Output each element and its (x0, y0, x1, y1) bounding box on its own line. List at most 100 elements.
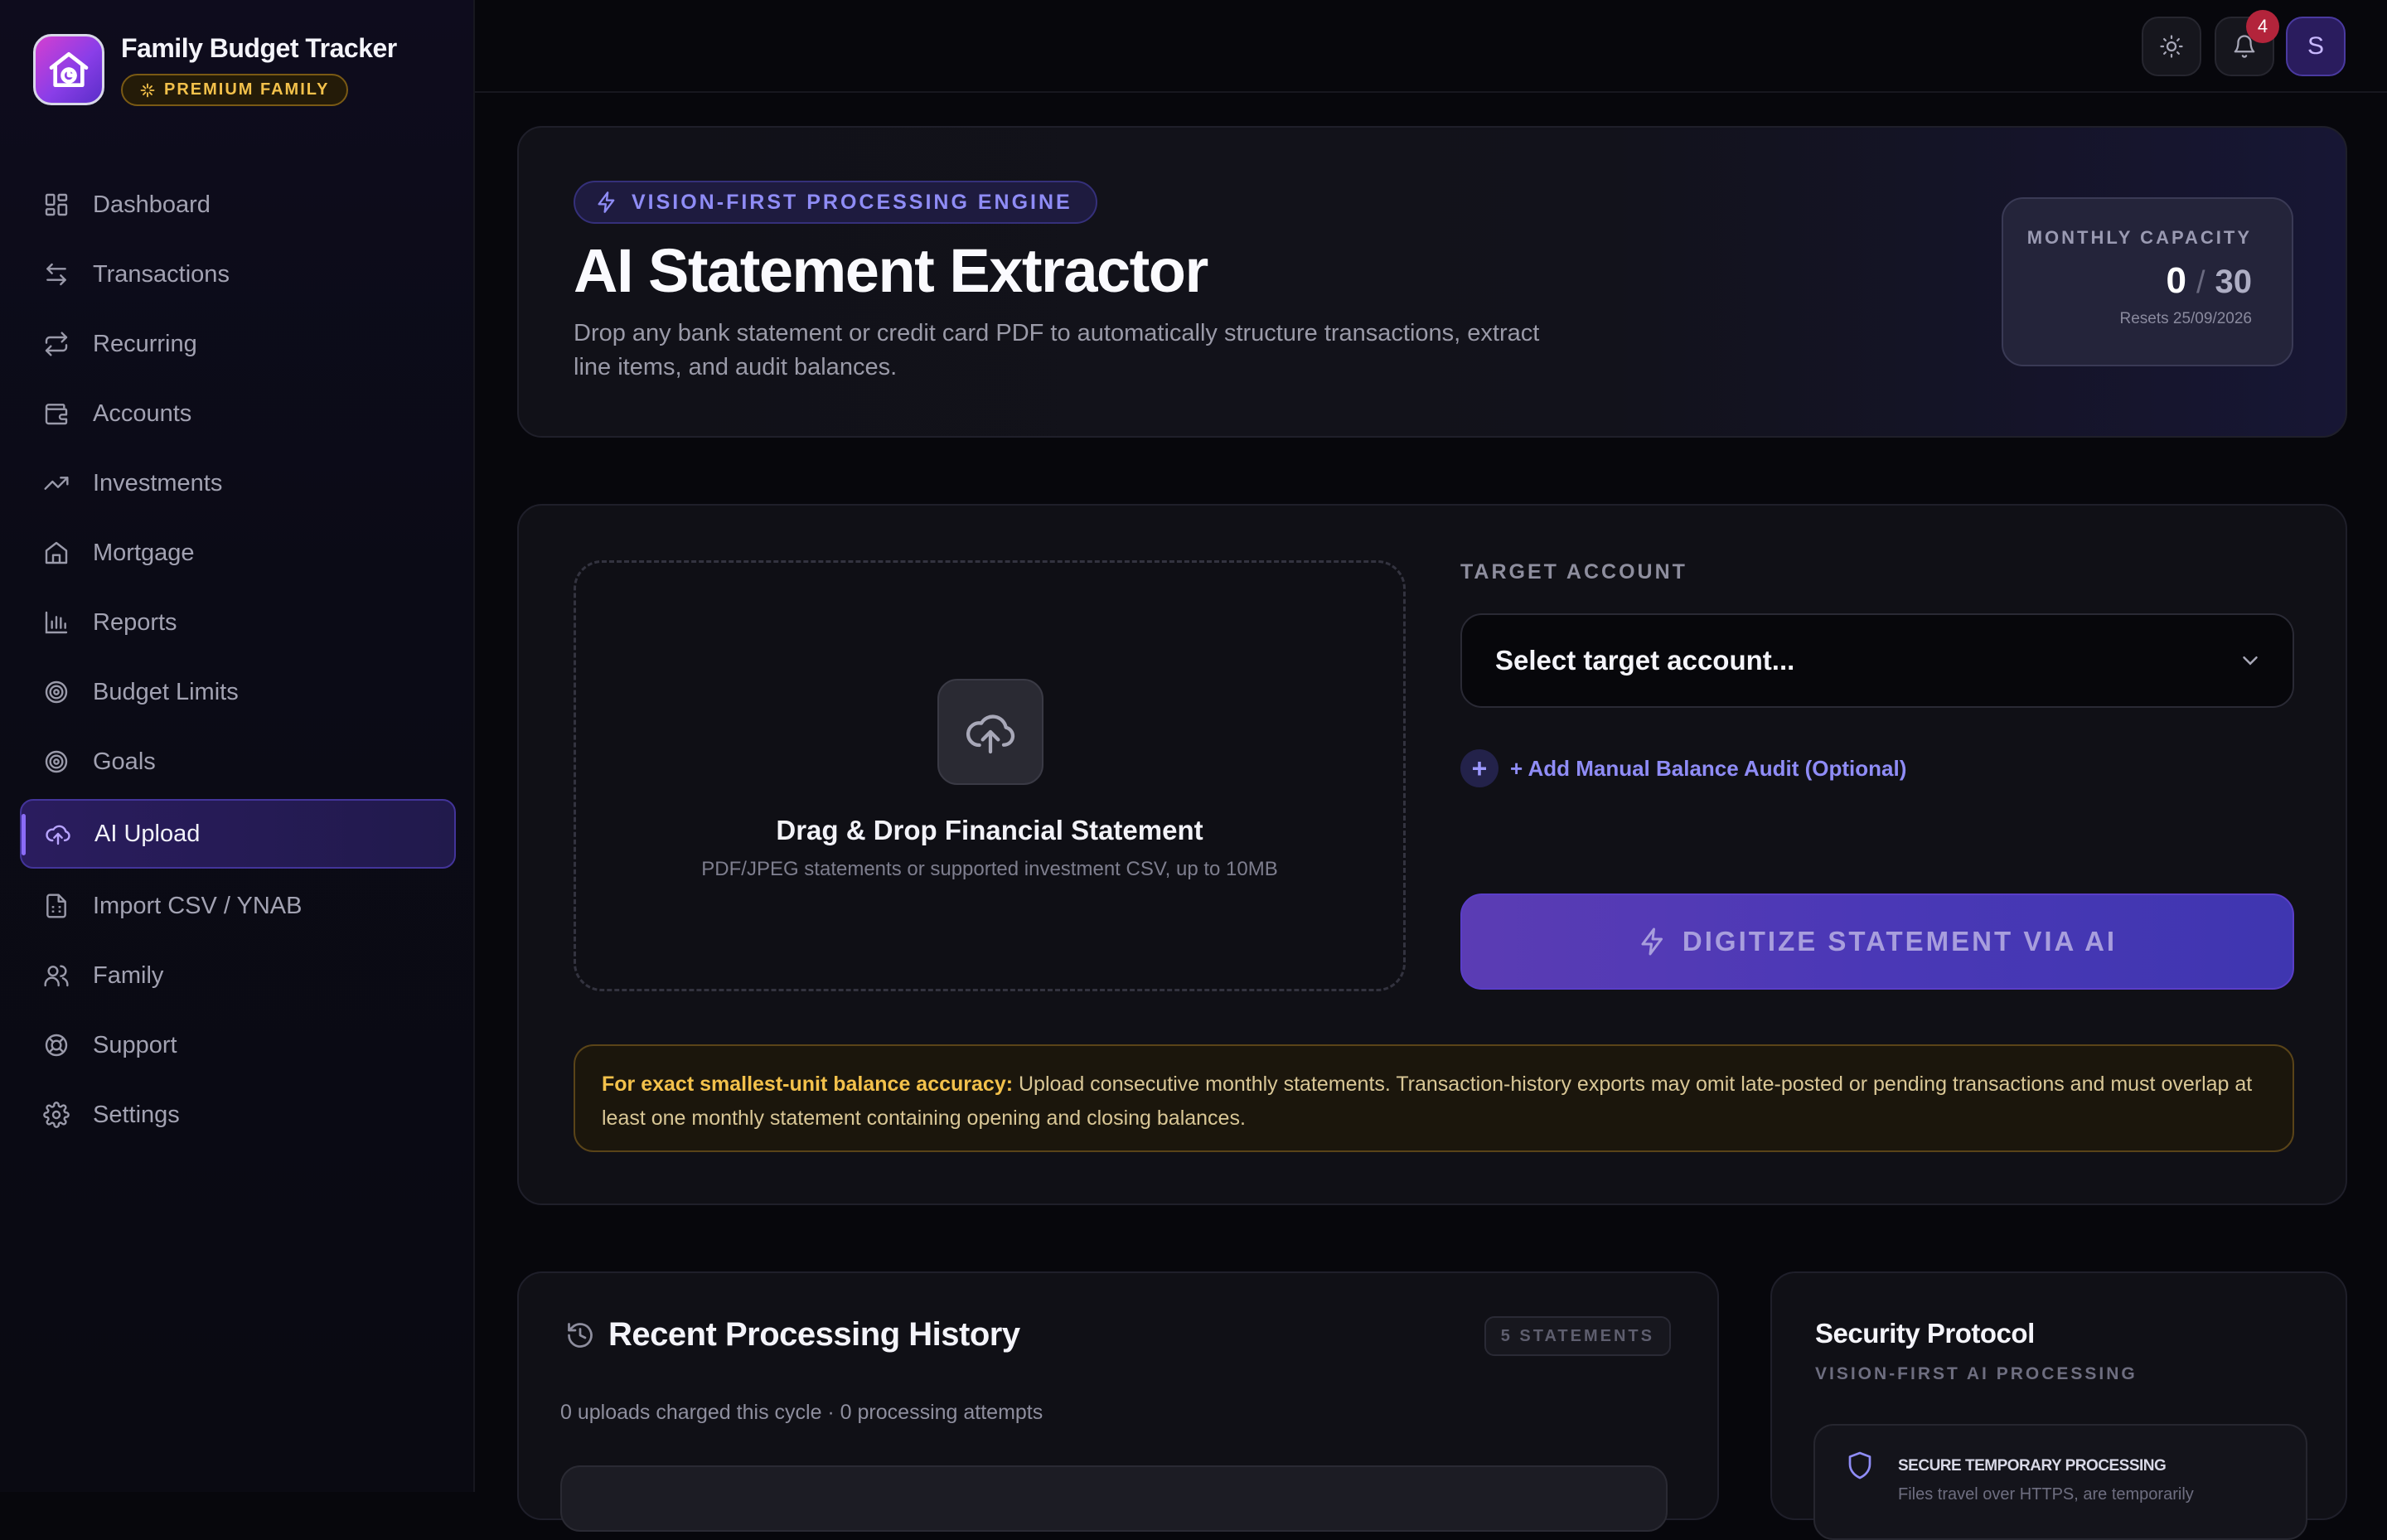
history-title-label: Recent Processing History (608, 1316, 1020, 1353)
plan-badge: PREMIUM FAMILY (121, 74, 348, 106)
sidebar-item-label: Goals (93, 748, 156, 775)
capacity-value: 0 / 30 (2003, 260, 2252, 302)
sidebar-item-accounts[interactable]: Accounts (20, 380, 456, 448)
dropzone-subtitle: PDF/JPEG statements or supported investm… (701, 858, 1278, 880)
cloud-upload-icon (937, 679, 1043, 785)
lightning-icon (598, 191, 615, 213)
capacity-label: MONTHLY CAPACITY (2026, 227, 2252, 248)
security-subtitle: VISION-FIRST AI PROCESSING (1815, 1364, 2138, 1383)
target-icon (40, 745, 73, 778)
plus-circle-icon: + (1460, 749, 1499, 787)
digitize-button-label: DIGITIZE STATEMENT VIA AI (1682, 926, 2118, 956)
sidebar-item-investments[interactable]: Investments (20, 449, 456, 517)
history-icon (568, 1322, 593, 1348)
dropzone-title: Drag & Drop Financial Statement (776, 815, 1203, 845)
grid-icon (40, 188, 73, 221)
sidebar-item-label: AI Upload (94, 820, 201, 847)
sidebar-item-label: Recurring (93, 330, 197, 357)
add-balance-audit-label: + Add Manual Balance Audit (Optional) (1510, 755, 1907, 781)
sidebar: Family Budget Tracker PREMIUM FAMILY Das… (0, 0, 475, 1492)
target-icon (40, 676, 73, 709)
page-title: AI Statement Extractor (574, 236, 1208, 305)
statements-count-badge: 5 STATEMENTS (1484, 1316, 1671, 1356)
plan-badge-label: PREMIUM FAMILY (164, 80, 330, 99)
sidebar-item-label: Family (93, 961, 164, 989)
sidebar-item-ai-upload[interactable]: AI Upload (20, 799, 456, 869)
notification-count-badge: 4 (2246, 10, 2279, 43)
upload-card: Drag & Drop Financial Statement PDF/JPEG… (517, 504, 2347, 1205)
users-icon (40, 959, 73, 992)
sidebar-item-goals[interactable]: Goals (20, 728, 456, 796)
target-account-label: TARGET ACCOUNT (1460, 560, 1687, 584)
gear-icon (40, 1098, 73, 1131)
sidebar-item-label: Support (93, 1031, 177, 1058)
engine-pill: VISION-FIRST PROCESSING ENGINE (574, 181, 1097, 224)
sidebar-item-mortgage[interactable]: Mortgage (20, 519, 456, 587)
security-item: SECURE TEMPORARY PROCESSING Files travel… (1813, 1424, 2307, 1540)
sidebar-item-label: Dashboard (93, 191, 211, 218)
sidebar-item-label: Mortgage (93, 539, 195, 566)
top-bar: 4 S (475, 0, 2387, 93)
sidebar-item-dashboard[interactable]: Dashboard (20, 171, 456, 239)
sidebar-item-label: Transactions (93, 260, 230, 288)
sidebar-item-label: Accounts (93, 400, 192, 427)
capacity-separator: / (2196, 265, 2205, 300)
accuracy-warning: For exact smallest-unit balance accuracy… (574, 1044, 2294, 1152)
monthly-capacity-card: MONTHLY CAPACITY 0 / 30 Resets 25/09/2026 (2002, 197, 2293, 366)
capacity-used: 0 (2166, 260, 2186, 301)
lightning-icon (1641, 927, 1663, 956)
app-title: Family Budget Tracker (121, 33, 397, 63)
security-item-title: SECURE TEMPORARY PROCESSING (1898, 1457, 2167, 1475)
bar-chart-icon (40, 606, 73, 639)
target-account-select[interactable]: Select target account... (1460, 613, 2294, 708)
trending-up-icon (40, 467, 73, 500)
history-row[interactable] (560, 1465, 1668, 1532)
capacity-limit: 30 (2215, 264, 2253, 300)
security-protocol-card: Security Protocol VISION-FIRST AI PROCES… (1770, 1271, 2347, 1540)
sidebar-item-label: Settings (93, 1101, 180, 1128)
brand[interactable]: Family Budget Tracker PREMIUM FAMILY (33, 33, 397, 106)
add-balance-audit-link[interactable]: + + Add Manual Balance Audit (Optional) (1460, 749, 1906, 787)
security-item-text: Files travel over HTTPS, are temporarily (1898, 1485, 2194, 1504)
theme-toggle-button[interactable] (2142, 17, 2201, 76)
home-icon (40, 536, 73, 569)
page-description: Drop any bank statement or credit card P… (574, 320, 1540, 380)
sidebar-item-settings[interactable]: Settings (20, 1081, 456, 1149)
statement-dropzone[interactable]: Drag & Drop Financial Statement PDF/JPEG… (574, 560, 1406, 991)
chevron-down-icon (2243, 656, 2258, 666)
processing-history-card: Recent Processing History 5 STATEMENTS 0… (517, 1271, 1719, 1532)
notifications-button[interactable]: 4 (2215, 10, 2279, 76)
sidebar-item-label: Reports (93, 608, 177, 636)
digitize-statement-button[interactable]: DIGITIZE STATEMENT VIA AI (1460, 893, 2294, 990)
sidebar-item-reports[interactable]: Reports (20, 588, 456, 656)
shield-icon (1848, 1451, 1871, 1479)
app-logo-icon (33, 34, 104, 105)
capacity-reset-date: Resets 25/09/2026 (2119, 310, 2252, 327)
cloud-upload-icon (41, 817, 75, 850)
sidebar-item-label: Investments (93, 469, 223, 496)
engine-pill-label: VISION-FIRST PROCESSING ENGINE (632, 190, 1072, 214)
file-spreadsheet-icon (40, 889, 73, 923)
repeat-icon (40, 327, 73, 361)
sidebar-item-budget-limits[interactable]: Budget Limits (20, 658, 456, 726)
sidebar-item-label: Import CSV / YNAB (93, 892, 303, 919)
sidebar-item-support[interactable]: Support (20, 1011, 456, 1079)
sidebar-nav: Dashboard Transactions Recurring Account… (20, 171, 456, 1150)
sidebar-item-label: Budget Limits (93, 678, 239, 705)
warning-bold: For exact smallest-unit balance accuracy… (602, 1073, 1014, 1096)
history-subtitle: 0 uploads charged this cycle · 0 process… (560, 1401, 1043, 1424)
wallet-icon (40, 397, 73, 430)
target-account-value: Select target account... (1495, 645, 1795, 676)
sun-icon (2160, 35, 2183, 58)
arrows-swap-icon (40, 258, 73, 291)
sparkle-icon (140, 83, 155, 97)
sidebar-item-family[interactable]: Family (20, 942, 456, 1010)
avatar[interactable]: S (2286, 17, 2346, 76)
lifebuoy-icon (40, 1029, 73, 1062)
security-title: Security Protocol (1815, 1318, 2035, 1349)
sidebar-item-import-csv[interactable]: Import CSV / YNAB (20, 872, 456, 940)
history-title: Recent Processing History (565, 1316, 1020, 1354)
hero-card: VISION-FIRST PROCESSING ENGINE AI Statem… (517, 126, 2347, 438)
sidebar-item-transactions[interactable]: Transactions (20, 240, 456, 308)
sidebar-item-recurring[interactable]: Recurring (20, 310, 456, 378)
